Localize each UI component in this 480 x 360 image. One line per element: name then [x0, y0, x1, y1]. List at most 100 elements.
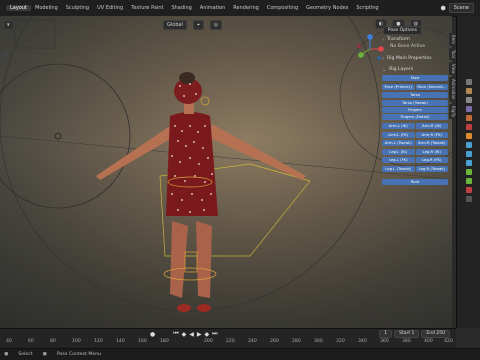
next-key-icon[interactable]: ◆ [205, 331, 210, 338]
status-bar: ▣ Select ▣ Pose Context Menu [0, 348, 480, 360]
ruler-tick: 340 [358, 339, 367, 344]
toolbar [0, 49, 10, 328]
tab-compositing[interactable]: Compositing [263, 5, 302, 11]
tab-sculpting[interactable]: Sculpting [62, 5, 93, 11]
particles-icon[interactable] [466, 151, 472, 157]
material-properties-icon[interactable] [466, 187, 472, 193]
tab-animation[interactable]: Animation [196, 5, 230, 11]
current-frame-field[interactable]: 1 [379, 330, 393, 338]
end-frame-field[interactable]: End 250 [421, 330, 450, 338]
prev-key-icon[interactable]: ◆ [182, 331, 187, 338]
texture-properties-icon[interactable] [466, 196, 472, 202]
ruler-tick: 320 [336, 339, 345, 344]
timeline: ● ⏮ ◆ ◀ ▶ ◆ ⏭ 1 Start 1 End 250 40 60 80… [0, 328, 456, 349]
layer-root-button[interactable]: Root [382, 179, 448, 186]
jump-end-icon[interactable]: ⏭ [212, 330, 217, 338]
mouse-right-icon: ▣ [42, 352, 47, 357]
output-properties-icon[interactable] [466, 97, 472, 103]
tool-properties-icon[interactable] [466, 79, 472, 85]
transform-orientation-dropdown[interactable]: Global [163, 20, 187, 30]
tab-rendering[interactable]: Rendering [229, 5, 263, 11]
scene-properties-icon[interactable] [466, 115, 472, 121]
layer-face-primary-button[interactable]: Face (Primary) [382, 83, 415, 90]
layer-leg-r-tweak-button[interactable]: Leg.R (Tweak) [415, 165, 448, 172]
world-properties-icon[interactable] [466, 124, 472, 130]
ruler-tick: 60 [28, 339, 34, 344]
ruler-tick: 200 [204, 339, 213, 344]
layer-leg-l-fk-button[interactable]: Leg.L (FK) [382, 157, 415, 164]
chevron-right-icon: › [382, 55, 384, 62]
ruler-tick: 180 [160, 339, 169, 344]
pose-mode-selector[interactable]: ▾ [3, 20, 14, 30]
layer-arm-r-fk-button[interactable]: Arm.R (FK) [415, 131, 448, 138]
layer-fingers-detail-button[interactable]: Fingers (Detail) [382, 114, 448, 121]
layer-arm-r-ik-button[interactable]: Arm.R (IK) [415, 122, 448, 129]
layer-face-button[interactable]: Face [382, 75, 448, 82]
chevron-down-icon: ⌄ [382, 66, 387, 73]
object-properties-icon[interactable] [466, 133, 472, 139]
rig-layer-buttons: Face Face (Primary) Face (Second... Tors… [382, 75, 448, 186]
tab-texture-paint[interactable]: Texture Paint [127, 5, 167, 11]
sidebar-tabs: Item Tool View Animation Rigify [449, 33, 456, 143]
scene-selector[interactable]: Scene [448, 3, 474, 13]
bone-properties-icon[interactable] [466, 178, 472, 184]
ruler-tick: 280 [292, 339, 301, 344]
tab-uv-editing[interactable]: UV Editing [93, 5, 127, 11]
character-model [96, 72, 306, 312]
jump-start-icon[interactable]: ⏮ [173, 330, 178, 338]
play-icon[interactable]: ▶ [197, 331, 202, 338]
y-axis-icon [358, 52, 364, 58]
layer-torso-tweak-button[interactable]: Torso (Tweak) [382, 99, 448, 106]
transform-section[interactable]: › Transform [382, 35, 448, 44]
pivot-marker [54, 132, 62, 140]
tab-item[interactable]: Item [449, 33, 456, 47]
snap-icon[interactable]: ⌖ [192, 20, 204, 30]
layer-leg-r-ik-button[interactable]: Leg.R (IK) [415, 148, 448, 155]
layer-arm-l-fk-button[interactable]: Arm.L (FK) [382, 131, 415, 138]
layer-leg-l-tweak-button[interactable]: Leg.L (Tweak) [382, 165, 415, 172]
view-layer-icon[interactable] [466, 106, 472, 112]
playback-controls: ● ⏮ ◆ ◀ ▶ ◆ ⏭ [150, 330, 218, 338]
ruler-tick: 220 [226, 339, 235, 344]
rig-main-properties-section[interactable]: › Rig Main Properties [382, 54, 448, 63]
tab-layout[interactable]: Layout [6, 5, 31, 11]
layer-torso-button[interactable]: Torso [382, 92, 448, 99]
ruler-tick: 260 [270, 339, 279, 344]
modifier-properties-icon[interactable] [466, 142, 472, 148]
properties-editor [456, 16, 480, 328]
tab-modeling[interactable]: Modeling [31, 5, 62, 11]
proportional-icon[interactable]: ◎ [209, 20, 223, 30]
layer-face-secondary-button[interactable]: Face (Second... [415, 83, 448, 90]
tab-view[interactable]: View [449, 61, 456, 76]
layer-arm-r-tweak-button[interactable]: Arm.R (Tweak) [415, 140, 448, 147]
render-properties-icon[interactable] [466, 88, 472, 94]
tab-geometry-nodes[interactable]: Geometry Nodes [302, 5, 352, 11]
cursor-tool-icon[interactable] [2, 52, 8, 58]
status-select: Select [18, 352, 33, 357]
record-icon[interactable]: ● [150, 331, 155, 338]
rig-layers-section[interactable]: ⌄ Rig Layers [382, 65, 448, 74]
layer-leg-l-ik-button[interactable]: Leg.L (IK) [382, 148, 415, 155]
ruler-tick: 360 [380, 339, 389, 344]
frame-ruler[interactable]: 40 60 80 100 120 140 160 180 200 220 240… [0, 339, 456, 347]
ruler-tick: 300 [314, 339, 323, 344]
layer-fingers-button[interactable]: Fingers [382, 107, 448, 114]
ruler-tick: 160 [138, 339, 147, 344]
tab-rigify[interactable]: Rigify [449, 103, 456, 120]
tab-tool[interactable]: Tool [449, 48, 456, 60]
armature-data-icon[interactable] [466, 169, 472, 175]
axis-gizmo [355, 34, 385, 64]
layer-arm-l-tweak-button[interactable]: Arm.L (Tweak) [382, 140, 415, 147]
mouse-left-icon: ▣ [4, 352, 9, 357]
no-bone-active-label: No Bone Active [390, 44, 426, 49]
tab-shading[interactable]: Shading [167, 5, 195, 11]
start-frame-field[interactable]: Start 1 [394, 330, 420, 338]
layer-leg-r-fk-button[interactable]: Leg.R (FK) [415, 157, 448, 164]
tab-animation-side[interactable]: Animation [449, 77, 456, 102]
tab-scripting[interactable]: Scripting [352, 5, 382, 11]
play-reverse-icon[interactable]: ◀ [189, 331, 194, 338]
ruler-tick: 120 [94, 339, 103, 344]
chevron-right-icon: › [382, 36, 384, 43]
layer-arm-l-ik-button[interactable]: Arm.L (IK) [382, 122, 415, 129]
physics-icon[interactable] [466, 160, 472, 166]
